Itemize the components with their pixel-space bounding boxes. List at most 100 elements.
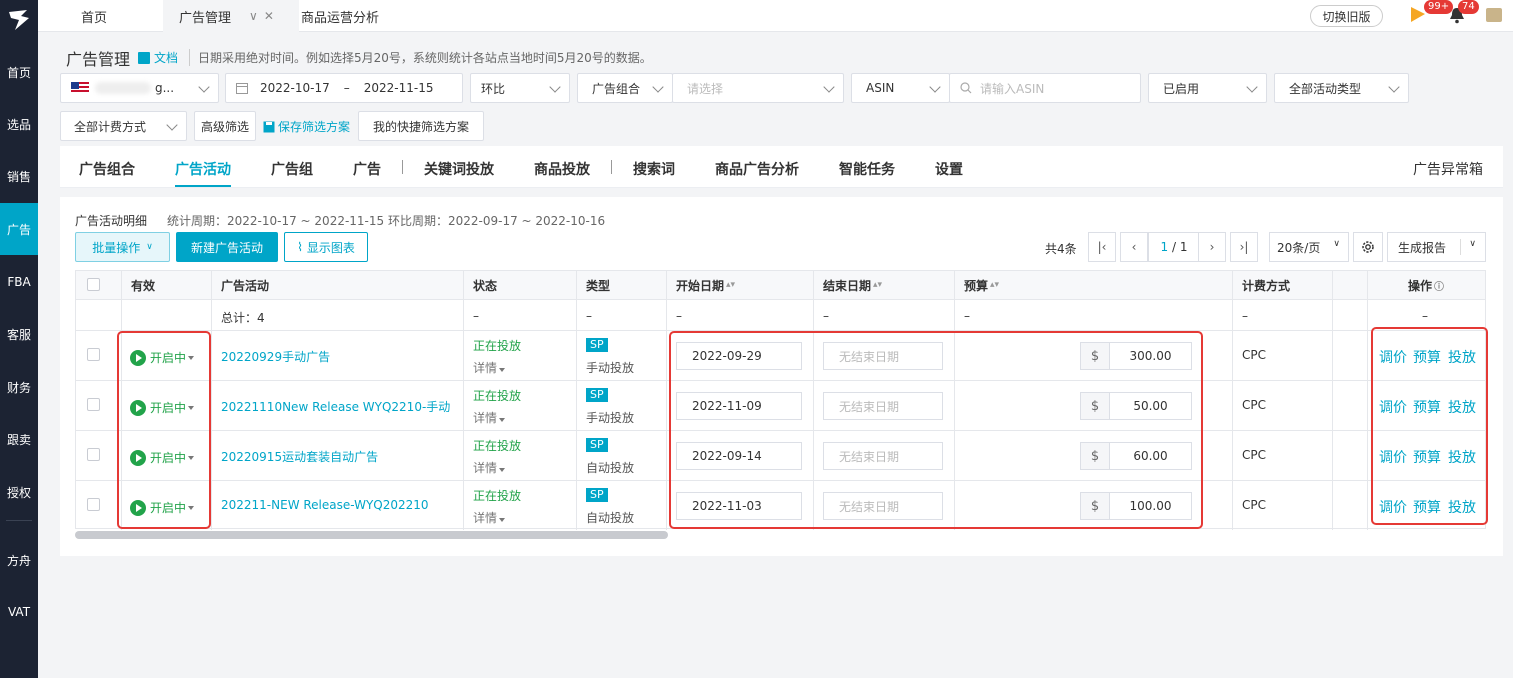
save-scheme-button[interactable]: 保存筛选方案 — [263, 118, 350, 135]
chevron-down-icon — [929, 81, 941, 93]
campaign-link[interactable]: 20220915运动套装自动广告 — [221, 448, 378, 465]
campaign-link[interactable]: 202211-NEW Release-WYQ202210 — [221, 498, 429, 512]
status-text: 正在投放 — [473, 489, 522, 503]
billing-value: 全部计费方式 — [74, 119, 147, 134]
tab-ad-management[interactable]: 广告管理 ∨ ✕ — [163, 0, 299, 32]
prev-page-button[interactable]: ‹ — [1120, 232, 1148, 262]
nav-item-ads[interactable]: 广告 — [0, 203, 38, 255]
doc-link-label: 文档 — [154, 51, 179, 65]
nav-item-follow[interactable]: 跟卖 — [0, 413, 38, 465]
chevron-down-icon[interactable]: ∨ — [249, 9, 258, 23]
generate-report-button[interactable]: 生成报告 ∨ — [1387, 232, 1486, 262]
per-page-select[interactable]: 20条/页 ∨ — [1269, 232, 1349, 262]
header-budget[interactable]: 预算 ▴▾ — [954, 271, 1232, 300]
last-page-button[interactable]: ›| — [1230, 232, 1258, 262]
header-start-date[interactable]: 开始日期 ▴▾ — [666, 271, 813, 300]
caret-down-icon — [499, 418, 506, 422]
subtab-campaigns[interactable]: 广告活动 — [175, 159, 231, 187]
caret-down-icon — [499, 368, 506, 372]
nav-item-fba[interactable]: FBA — [0, 256, 38, 308]
detail-dropdown[interactable]: 详情 — [473, 459, 506, 476]
billing-select[interactable]: 全部计费方式 — [60, 111, 187, 141]
subtab-ad-groups[interactable]: 广告组 — [271, 159, 313, 179]
subtab-keyword-targeting[interactable]: 关键词投放 — [424, 159, 494, 179]
panel-title: 广告活动明细 — [75, 214, 148, 228]
billing-value: CPC — [1242, 498, 1266, 512]
subtab-settings[interactable]: 设置 — [935, 159, 963, 179]
horizontal-scrollbar[interactable] — [75, 531, 668, 539]
nav-item-vat[interactable]: VAT — [0, 586, 38, 638]
caret-down-icon — [499, 468, 506, 472]
tab-separator — [611, 160, 612, 174]
chevron-down-icon[interactable]: ∨ — [1469, 239, 1476, 249]
detail-dropdown[interactable]: 详情 — [473, 509, 506, 526]
detail-label: 详情 — [473, 461, 498, 475]
campaign-link[interactable]: 20220929手动广告 — [221, 348, 330, 365]
select-all-checkbox[interactable] — [87, 278, 100, 291]
compare-select[interactable]: 环比 — [470, 73, 570, 103]
header-end-date[interactable]: 结束日期 ▴▾ — [813, 271, 954, 300]
row-checkbox[interactable] — [87, 348, 100, 361]
subtab-product-targeting[interactable]: 商品投放 — [534, 159, 590, 179]
campaign-type-select[interactable]: 全部活动类型 — [1274, 73, 1409, 103]
nav-item-home[interactable]: 首页 — [0, 46, 38, 98]
new-campaign-button[interactable]: 新建广告活动 — [176, 232, 278, 262]
my-schemes-button[interactable]: 我的快捷筛选方案 — [358, 111, 484, 141]
campaign-link[interactable]: 20221110New Release WYQ2210-手动 — [221, 398, 450, 415]
tab-home[interactable]: 首页 — [65, 0, 123, 32]
status-text: 正在投放 — [473, 439, 522, 453]
subtab-portfolio[interactable]: 广告组合 — [79, 159, 135, 179]
chevron-down-icon — [166, 119, 178, 131]
nav-item-service[interactable]: 客服 — [0, 308, 38, 360]
page-indicator[interactable]: 1 / 1 — [1148, 232, 1200, 262]
nav-item-auth[interactable]: 授权 — [0, 466, 38, 518]
date-range-picker[interactable]: 2022-10-17 – 2022-11-15 — [225, 73, 463, 103]
tab-product-analysis[interactable]: 商品运营分析 — [285, 0, 395, 32]
detail-dropdown[interactable]: 详情 — [473, 409, 506, 426]
ops-label: 操作 — [1407, 278, 1432, 293]
nav-item-finance[interactable]: 财务 — [0, 361, 38, 413]
status-select[interactable]: 已启用 — [1148, 73, 1267, 103]
group-type-select[interactable]: 广告组合 — [577, 73, 673, 103]
asin-search-input[interactable]: 请输入ASIN — [949, 73, 1141, 103]
advanced-filter-button[interactable]: 高级筛选 — [194, 111, 256, 141]
highlight-dates-budget — [669, 331, 1203, 529]
column-settings-button[interactable] — [1353, 232, 1383, 262]
chevron-down-icon — [652, 81, 664, 93]
info-icon[interactable]: ⓘ — [1434, 278, 1444, 293]
highlight-enabled-column — [117, 331, 211, 529]
row-checkbox[interactable] — [87, 498, 100, 511]
nav-item-selection[interactable]: 选品 — [0, 98, 38, 150]
targeting-type: 手动投放 — [586, 361, 635, 375]
start-date-label: 开始日期 — [676, 278, 725, 293]
left-nav: 首页 选品 销售 广告 FBA 客服 财务 跟卖 授权 方舟 VAT — [0, 0, 38, 678]
next-page-button[interactable]: › — [1198, 232, 1226, 262]
row-checkbox[interactable] — [87, 398, 100, 411]
avatar[interactable] — [1486, 8, 1502, 22]
report-label: 生成报告 — [1398, 240, 1447, 255]
nav-item-ark[interactable]: 方舟 — [0, 534, 38, 586]
doc-link[interactable]: 文档 — [138, 49, 178, 66]
page-title: 广告管理 — [66, 50, 131, 69]
subtab-ads[interactable]: 广告 — [353, 159, 381, 179]
store-select[interactable]: g... — [60, 73, 219, 103]
summary-dash: – — [676, 309, 682, 323]
campaign-type-value: 全部活动类型 — [1289, 81, 1362, 96]
close-icon[interactable]: ✕ — [264, 9, 274, 23]
nav-item-sales[interactable]: 销售 — [0, 150, 38, 202]
header-status: 状态 — [463, 271, 576, 300]
subtab-smart-tasks[interactable]: 智能任务 — [839, 159, 895, 179]
subtab-product-ad-analysis[interactable]: 商品广告分析 — [715, 159, 799, 179]
switch-old-version-button[interactable]: 切换旧版 — [1310, 5, 1383, 27]
detail-dropdown[interactable]: 详情 — [473, 359, 506, 376]
subtab-search-terms[interactable]: 搜索词 — [633, 159, 675, 179]
ad-anomaly-box-link[interactable]: 广告异常箱 — [1413, 159, 1483, 179]
status-text: 正在投放 — [473, 389, 522, 403]
row-checkbox[interactable] — [87, 448, 100, 461]
show-chart-button[interactable]: ⌇ 显示图表 — [284, 232, 368, 262]
batch-operation-button[interactable]: 批量操作 ∨ — [75, 232, 170, 262]
brand-logo-icon[interactable] — [5, 6, 33, 34]
id-type-select[interactable]: ASIN — [851, 73, 950, 103]
group-select[interactable]: 请选择 — [672, 73, 844, 103]
first-page-button[interactable]: |‹ — [1088, 232, 1116, 262]
